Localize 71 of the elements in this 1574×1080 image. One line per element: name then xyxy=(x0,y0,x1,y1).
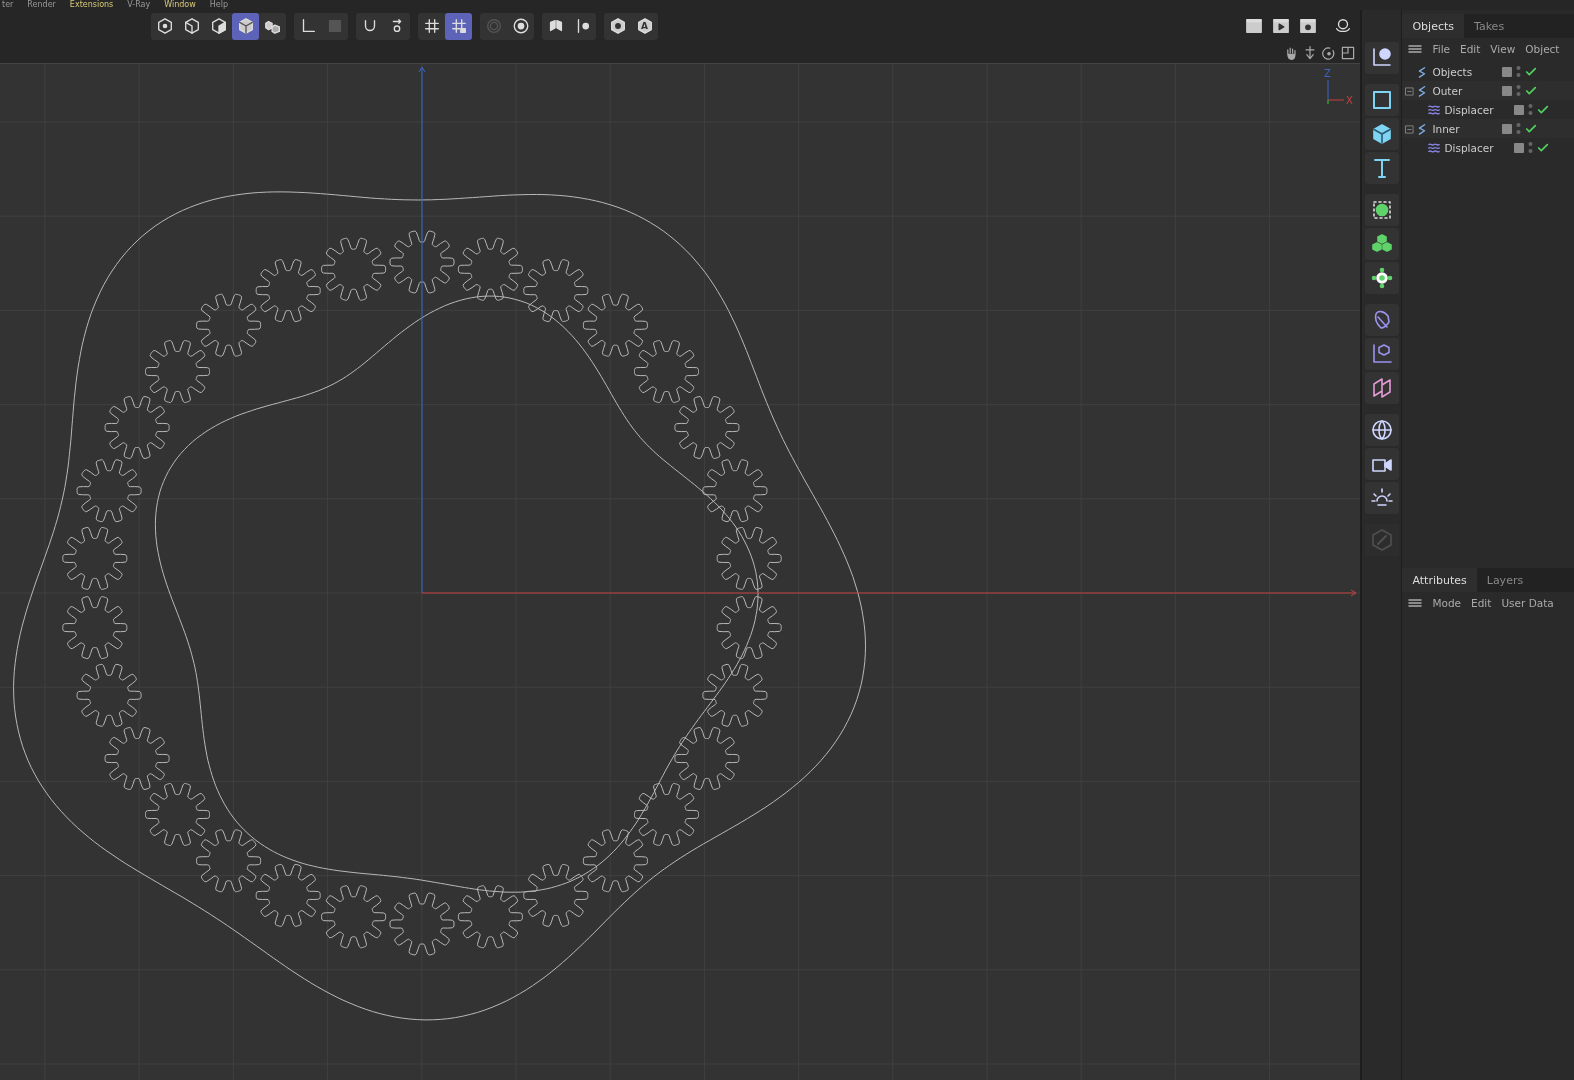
menu-item[interactable]: Render xyxy=(27,0,56,10)
enabled-check-icon[interactable] xyxy=(1525,122,1538,135)
object-name[interactable]: Objects xyxy=(1432,65,1503,78)
menu-item[interactable]: Object xyxy=(1525,43,1560,55)
circle-selection-tool[interactable] xyxy=(1364,194,1399,226)
enabled-check-icon[interactable] xyxy=(1537,103,1550,116)
grid-lock-tool[interactable] xyxy=(445,12,472,40)
menu-item[interactable]: V-Ray xyxy=(127,0,151,10)
rotate-icon[interactable] xyxy=(1321,44,1337,61)
edit-icon[interactable] xyxy=(1502,85,1513,96)
maximize-icon[interactable] xyxy=(1340,44,1356,61)
enabled-check-icon[interactable] xyxy=(1525,84,1538,97)
half-cube-icon xyxy=(209,17,228,35)
menu-item[interactable]: View xyxy=(1490,43,1516,55)
axis-cube-tool[interactable] xyxy=(1364,338,1399,370)
text-tool[interactable] xyxy=(1364,152,1399,184)
visibility-dots-icon[interactable] xyxy=(1516,83,1522,98)
hexagon-edge-icon xyxy=(182,17,201,35)
menu-item[interactable]: Edit xyxy=(1471,597,1492,609)
edit-icon[interactable] xyxy=(1502,123,1513,134)
menu-item[interactable]: Help xyxy=(209,0,228,10)
menu-icon[interactable] xyxy=(1408,44,1423,54)
hexagon-icon xyxy=(635,17,654,35)
menu-item[interactable]: File xyxy=(1432,43,1450,55)
twisted-planes-tool[interactable] xyxy=(1364,372,1399,404)
cube-tool[interactable] xyxy=(1364,118,1399,150)
panel-tab[interactable]: Objects xyxy=(1402,14,1464,38)
menu-item[interactable]: Mode xyxy=(1432,597,1462,609)
waves-icon xyxy=(1428,103,1441,116)
tilted-shape-tool[interactable] xyxy=(1364,304,1399,336)
visibility-dots-icon[interactable] xyxy=(1528,102,1534,117)
edit-icon[interactable] xyxy=(1514,104,1525,115)
globe-icon xyxy=(1369,418,1394,442)
z-axis-label: Z xyxy=(1324,68,1331,79)
enabled-check-icon[interactable] xyxy=(1525,65,1538,78)
menu-item[interactable]: Edit xyxy=(1460,43,1481,55)
hexagon-tool[interactable]: A xyxy=(631,12,658,40)
x-axis-label: X xyxy=(1346,95,1353,106)
grid-lock-icon xyxy=(449,17,468,35)
menu-item[interactable]: Extensions xyxy=(69,0,114,10)
target-icon xyxy=(484,17,503,35)
visibility-dots-icon[interactable] xyxy=(1528,140,1534,155)
square-tool[interactable] xyxy=(1364,84,1399,116)
clapperboard-play-icon xyxy=(1271,17,1290,35)
camera-tool[interactable] xyxy=(1364,448,1399,480)
menu-item[interactable]: ter xyxy=(2,0,14,10)
cube-tool[interactable] xyxy=(232,12,259,40)
pencil-icon xyxy=(1369,528,1394,552)
cube-icon xyxy=(236,17,255,35)
menu-item[interactable]: Window xyxy=(164,0,196,10)
collapse-icon[interactable] xyxy=(1405,124,1415,133)
edit-icon[interactable] xyxy=(1514,142,1525,153)
enabled-check-icon[interactable] xyxy=(1537,141,1550,154)
sun-tool[interactable] xyxy=(1364,482,1399,514)
panel-tab[interactable]: Attributes xyxy=(1402,568,1477,592)
panel-tab[interactable]: Takes xyxy=(1464,14,1515,38)
menu-item[interactable]: User Data xyxy=(1501,597,1554,609)
collapse-icon[interactable] xyxy=(1405,86,1415,95)
grid-icon xyxy=(422,17,441,35)
edit-icon[interactable] xyxy=(1502,66,1513,77)
object-name[interactable]: Displacer xyxy=(1444,141,1515,154)
visibility-dots-icon[interactable] xyxy=(1516,64,1522,79)
globe-tool[interactable] xyxy=(1364,414,1399,446)
visibility-dots-icon[interactable] xyxy=(1516,121,1522,136)
menu-icon[interactable] xyxy=(1408,598,1423,608)
move-icon[interactable] xyxy=(1302,44,1318,61)
object-name[interactable]: Displacer xyxy=(1444,103,1515,116)
panel-tab[interactable]: Layers xyxy=(1476,568,1534,592)
axis-gizmo-icon xyxy=(1327,79,1345,105)
waves-icon xyxy=(1428,141,1441,154)
axis-sphere-tool[interactable] xyxy=(1364,42,1399,74)
